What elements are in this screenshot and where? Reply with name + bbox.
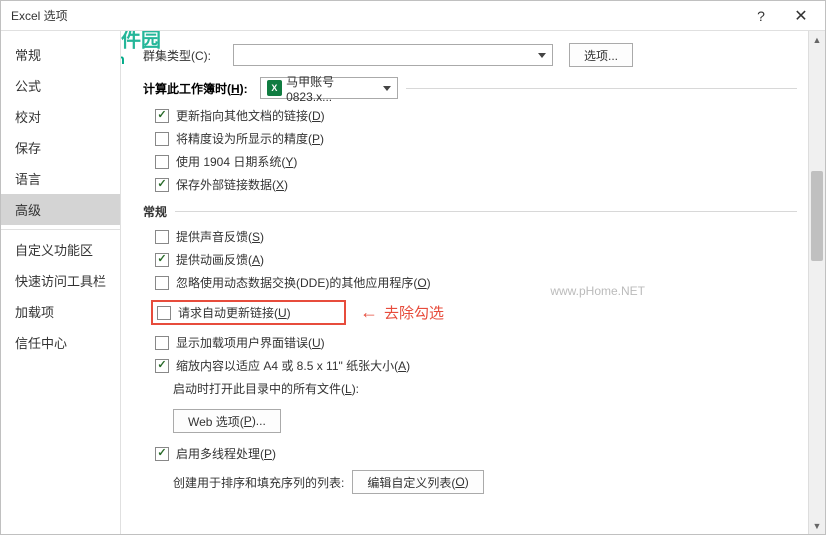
checkbox-icon[interactable]: [155, 230, 169, 244]
checkbox-icon[interactable]: [155, 253, 169, 267]
sidebar-item-customize-ribbon[interactable]: 自定义功能区: [1, 234, 120, 265]
chk-precision[interactable]: 将精度设为所显示的精度(P): [155, 130, 797, 147]
dialog-body: 常规 公式 校对 保存 语言 高级 自定义功能区 快速访问工具栏 加载项 信任中…: [1, 31, 825, 534]
checkbox-icon[interactable]: [157, 306, 171, 320]
chk-show-addin-errors[interactable]: 显示加载项用户界面错误(U): [155, 334, 797, 351]
annotation-text: 去除勾选: [384, 302, 444, 323]
general-header-label: 常规: [143, 203, 167, 220]
calc-header-label: 计算此工作簿时(H):: [143, 80, 248, 97]
edit-custom-lists-button[interactable]: 编辑自定义列表(O): [352, 470, 483, 494]
cluster-type-select[interactable]: [233, 44, 553, 66]
section-line: [175, 211, 797, 212]
scroll-up-icon[interactable]: ▲: [809, 31, 825, 48]
watermark-url: www.pc0359.cn: [121, 51, 125, 67]
chk-scale-content[interactable]: 缩放内容以适应 A4 或 8.5 x 11" 纸张大小(A): [155, 357, 797, 374]
checkbox-icon[interactable]: [155, 109, 169, 123]
watermark-phome: www.pHome.NET: [550, 284, 645, 298]
chk-auto-update-links[interactable]: 请求自动更新链接(U): [157, 304, 291, 321]
web-options-button[interactable]: Web 选项(P)...: [173, 409, 281, 433]
sidebar-item-advanced[interactable]: 高级: [1, 194, 120, 225]
help-button[interactable]: ?: [741, 8, 781, 24]
excel-options-dialog: Excel 选项 ? ✕ 常规 公式 校对 保存 语言 高级 自定义功能区 快速…: [0, 0, 826, 535]
cluster-options-button[interactable]: 选项...: [569, 43, 633, 67]
sidebar-item-general[interactable]: 常规: [1, 39, 120, 70]
dialog-title: Excel 选项: [5, 7, 741, 24]
sidebar-item-formulas[interactable]: 公式: [1, 70, 120, 101]
chk-1904-date[interactable]: 使用 1904 日期系统(Y): [155, 153, 797, 170]
annotation-highlight-box: 请求自动更新链接(U): [151, 300, 346, 325]
sidebar-item-language[interactable]: 语言: [1, 163, 120, 194]
checkbox-icon[interactable]: [155, 336, 169, 350]
chk-update-links[interactable]: 更新指向其他文档的链接(D): [155, 107, 797, 124]
scroll-down-icon[interactable]: ▼: [809, 517, 825, 534]
calc-workbook-header: 计算此工作簿时(H): X马甲账号0823.x...: [143, 77, 797, 99]
vertical-scrollbar[interactable]: ▲ ▼: [808, 31, 825, 534]
sidebar-item-addins[interactable]: 加载项: [1, 296, 120, 327]
section-line: [406, 88, 797, 89]
watermark-logo: 河东软件园: [121, 31, 161, 59]
general-section-header: 常规: [143, 203, 797, 220]
annotation-arrow: ← 去除勾选: [360, 302, 444, 323]
chk-save-external[interactable]: 保存外部链接数据(X): [155, 176, 797, 193]
arrow-left-icon: ←: [360, 302, 378, 323]
excel-icon: X: [267, 80, 282, 96]
checkbox-icon[interactable]: [155, 132, 169, 146]
cluster-type-row: 群集类型(C): 选项...: [143, 43, 797, 67]
titlebar: Excel 选项 ? ✕: [1, 1, 825, 31]
close-button[interactable]: ✕: [781, 6, 821, 26]
sidebar: 常规 公式 校对 保存 语言 高级 自定义功能区 快速访问工具栏 加载项 信任中…: [1, 31, 121, 534]
sidebar-item-quick-access[interactable]: 快速访问工具栏: [1, 265, 120, 296]
workbook-select[interactable]: X马甲账号0823.x...: [260, 77, 398, 99]
sidebar-separator: [1, 229, 120, 230]
checkbox-icon[interactable]: [155, 155, 169, 169]
sidebar-item-proofing[interactable]: 校对: [1, 101, 120, 132]
startup-folder-label: 启动时打开此目录中的所有文件(L):: [173, 380, 359, 397]
custom-list-label: 创建用于排序和填充序列的列表:: [173, 474, 344, 491]
checkbox-icon[interactable]: [155, 447, 169, 461]
content-panel: 河东软件园 www.pc0359.cn www.pHome.NET 群集类型(C…: [121, 31, 825, 534]
sidebar-item-trust-center[interactable]: 信任中心: [1, 327, 120, 358]
chk-animation-feedback[interactable]: 提供动画反馈(A): [155, 251, 797, 268]
chk-sound-feedback[interactable]: 提供声音反馈(S): [155, 228, 797, 245]
checkbox-icon[interactable]: [155, 359, 169, 373]
checkbox-icon[interactable]: [155, 276, 169, 290]
custom-list-row: 创建用于排序和填充序列的列表: 编辑自定义列表(O): [173, 470, 797, 494]
chk-ignore-dde[interactable]: 忽略使用动态数据交换(DDE)的其他应用程序(O): [155, 274, 797, 291]
sidebar-item-save[interactable]: 保存: [1, 132, 120, 163]
checkbox-icon[interactable]: [155, 178, 169, 192]
startup-folder-row: 启动时打开此目录中的所有文件(L):: [173, 380, 797, 397]
chk-multithread[interactable]: 启用多线程处理(P): [155, 445, 797, 462]
scrollbar-thumb[interactable]: [811, 171, 823, 261]
